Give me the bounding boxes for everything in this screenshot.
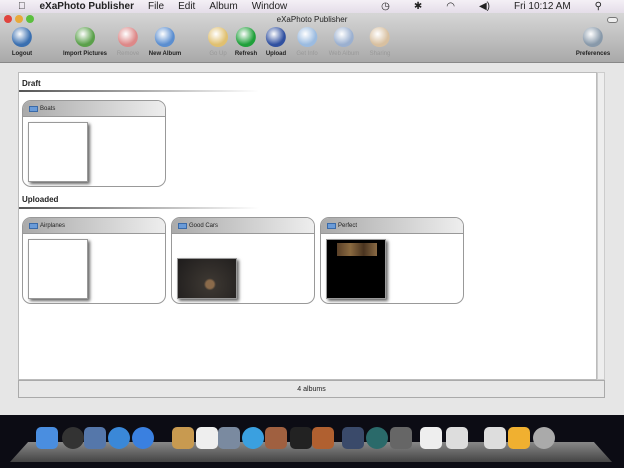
bluetooth-icon[interactable]: ✱: [414, 1, 422, 12]
ichat-dock-icon[interactable]: [132, 427, 154, 449]
toolbar-label: New Album: [148, 51, 182, 57]
dashboard-dock-icon[interactable]: [62, 427, 84, 449]
toolbar-label: Go Up: [209, 51, 227, 57]
preferences-button[interactable]: Preferences: [576, 27, 610, 57]
toolbar-label: Sharing: [369, 51, 391, 57]
remove-icon: [118, 27, 138, 47]
divider: [19, 90, 259, 92]
document-dock-icon[interactable]: [484, 427, 506, 449]
safari-dock-icon[interactable]: [108, 427, 130, 449]
go-up-button[interactable]: Go Up: [208, 27, 228, 57]
spaces-dock-icon[interactable]: [342, 427, 364, 449]
folder-icon: [178, 222, 187, 229]
toolbar-label: Remove: [116, 51, 140, 57]
spotlight-icon[interactable]: ⚲: [595, 1, 602, 12]
menu-album[interactable]: Album: [209, 1, 237, 12]
finder-dock-icon[interactable]: [36, 427, 58, 449]
menu-edit[interactable]: Edit: [178, 1, 195, 12]
section-title-uploaded: Uploaded: [22, 195, 59, 204]
album-card-good-cars[interactable]: Good Cars: [171, 217, 315, 304]
album-thumbnail[interactable]: [28, 239, 88, 299]
time-machine-icon[interactable]: ◷: [381, 1, 390, 12]
toolbar-toggle-button[interactable]: [607, 17, 618, 23]
album-browser: Draft Uploaded Boats Airplanes Good Cars…: [18, 72, 597, 380]
upload-button[interactable]: Upload: [266, 27, 286, 57]
refresh-icon: [236, 27, 256, 47]
album-card-perfect[interactable]: Perfect: [320, 217, 464, 304]
info-icon: [296, 27, 317, 47]
toolbar-label: Import Pictures: [62, 51, 108, 57]
time-machine-dock-icon[interactable]: [366, 427, 388, 449]
album-name: Perfect: [338, 222, 358, 229]
refresh-button[interactable]: Refresh: [235, 27, 257, 57]
folder-icon: [29, 105, 38, 112]
sharing-icon: [370, 27, 390, 47]
toolbar: eXaPhoto Publisher Logout Import Pictures…: [0, 13, 624, 63]
go-up-icon: [208, 27, 228, 47]
photo-booth-dock-icon[interactable]: [420, 427, 442, 449]
wifi-icon[interactable]: ◠: [446, 1, 455, 12]
toolbar-label: Web Album: [328, 51, 360, 57]
dock: [0, 415, 624, 468]
folder-icon: [327, 222, 336, 229]
import-pictures-button[interactable]: Import Pictures: [63, 27, 107, 57]
album-card-boats[interactable]: Boats: [22, 100, 166, 187]
imovie-dock-icon[interactable]: [290, 427, 312, 449]
album-thumbnail[interactable]: [177, 258, 237, 299]
new-album-icon: [154, 27, 175, 47]
toolbar-label: Refresh: [234, 51, 258, 57]
album-thumbnail[interactable]: [28, 122, 88, 182]
section-title-draft: Draft: [22, 79, 41, 88]
album-name: Boats: [40, 105, 56, 112]
system-preferences-dock-icon[interactable]: [390, 427, 412, 449]
folder-icon: [29, 222, 38, 229]
remove-button[interactable]: Remove: [117, 27, 139, 57]
menu-bar:  eXaPhoto Publisher File Edit Album Win…: [0, 0, 624, 13]
address-book-dock-icon[interactable]: [172, 427, 194, 449]
vertical-scrollbar[interactable]: [597, 72, 605, 380]
album-name: Good Cars: [189, 222, 219, 229]
logout-button[interactable]: Logout: [12, 27, 32, 57]
logout-icon: [11, 27, 32, 47]
album-card-airplanes[interactable]: Airplanes: [22, 217, 166, 304]
exaphoto-dock-icon[interactable]: [446, 427, 468, 449]
window-title: eXaPhoto Publisher: [276, 15, 348, 24]
new-album-button[interactable]: New Album: [149, 27, 181, 57]
globe-icon: [333, 27, 354, 47]
status-bar: 4 albums: [18, 380, 605, 398]
toolbar-label: Preferences: [575, 51, 611, 57]
iphoto-dock-icon[interactable]: [218, 427, 240, 449]
itunes-dock-icon[interactable]: [242, 427, 264, 449]
volume-icon[interactable]: ◀): [479, 1, 490, 12]
album-thumbnail[interactable]: [326, 239, 386, 299]
app-window: eXaPhoto Publisher Logout Import Pictures…: [0, 13, 624, 415]
toolbar-label: Get Info: [296, 51, 318, 57]
album-name: Airplanes: [40, 222, 66, 229]
toolbar-label: Upload: [265, 51, 287, 57]
packages-dock-icon[interactable]: [508, 427, 530, 449]
upload-icon: [266, 27, 286, 47]
apple-menu-icon[interactable]: : [18, 1, 26, 12]
mail-dock-icon[interactable]: [84, 427, 106, 449]
sharing-button[interactable]: Sharing: [369, 27, 391, 57]
toolbar-label: Logout: [11, 51, 33, 57]
ical-dock-icon[interactable]: [196, 427, 218, 449]
garageband-dock-icon[interactable]: [312, 427, 334, 449]
image-capture-dock-icon[interactable]: [265, 427, 287, 449]
divider: [19, 207, 259, 209]
menu-window[interactable]: Window: [252, 1, 288, 12]
menu-file[interactable]: File: [148, 1, 164, 12]
menu-app[interactable]: eXaPhoto Publisher: [40, 1, 134, 12]
clock[interactable]: Fri 10:12 AM: [514, 1, 571, 12]
web-album-button[interactable]: Web Album: [328, 27, 360, 57]
import-icon: [74, 27, 95, 47]
preferences-icon: [582, 27, 603, 47]
get-info-button[interactable]: Get Info: [296, 27, 318, 57]
trash-dock-icon[interactable]: [533, 427, 555, 449]
